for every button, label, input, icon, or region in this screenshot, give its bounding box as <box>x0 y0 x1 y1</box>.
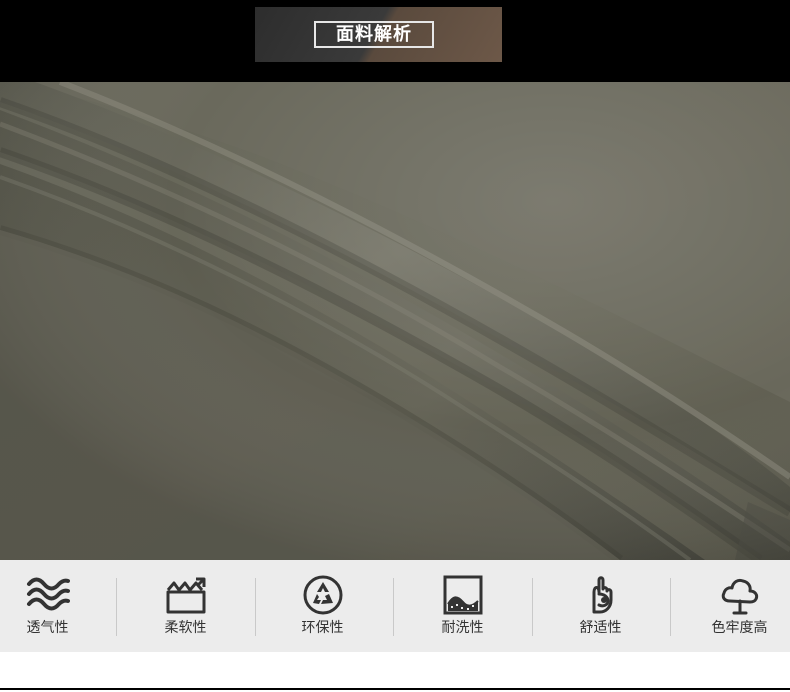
feature-label: 色牢度高 <box>711 620 768 636</box>
washable-fabric-icon <box>441 574 485 616</box>
divider <box>255 578 256 636</box>
tree-icon <box>718 574 762 616</box>
section-header: 面料解析 <box>0 0 790 82</box>
feature-comfortable: 舒适性 <box>553 560 648 652</box>
feature-label: 舒适性 <box>579 620 622 636</box>
section-title: 面料解析 <box>314 21 434 48</box>
feature-washable: 耐洗性 <box>415 560 510 652</box>
divider <box>670 578 671 636</box>
feature-breathable: 透气性 <box>0 560 95 652</box>
feature-soft: 柔软性 <box>138 560 233 652</box>
feature-label: 环保性 <box>301 620 344 636</box>
feature-label: 透气性 <box>26 620 69 636</box>
divider <box>116 578 117 636</box>
soft-fabric-icon <box>164 574 208 616</box>
feature-label: 耐洗性 <box>441 620 484 636</box>
bottom-divider <box>0 688 790 690</box>
product-detail-section: 面料解析 透气性 柔软性 环保性 耐洗性 舒适性 色牢度高 <box>0 0 790 692</box>
hand-ok-icon <box>579 574 623 616</box>
feature-eco: 环保性 <box>275 560 370 652</box>
fabric-features-bar: 透气性 柔软性 环保性 耐洗性 舒适性 色牢度高 <box>0 560 790 652</box>
recycle-icon <box>301 574 345 616</box>
divider <box>393 578 394 636</box>
waves-icon <box>26 574 70 616</box>
title-plate: 面料解析 <box>255 7 502 62</box>
bottom-spacer <box>0 652 790 690</box>
feature-colorfast: 色牢度高 <box>692 560 787 652</box>
feature-label: 柔软性 <box>164 620 207 636</box>
fabric-closeup-image <box>0 82 790 560</box>
divider <box>532 578 533 636</box>
